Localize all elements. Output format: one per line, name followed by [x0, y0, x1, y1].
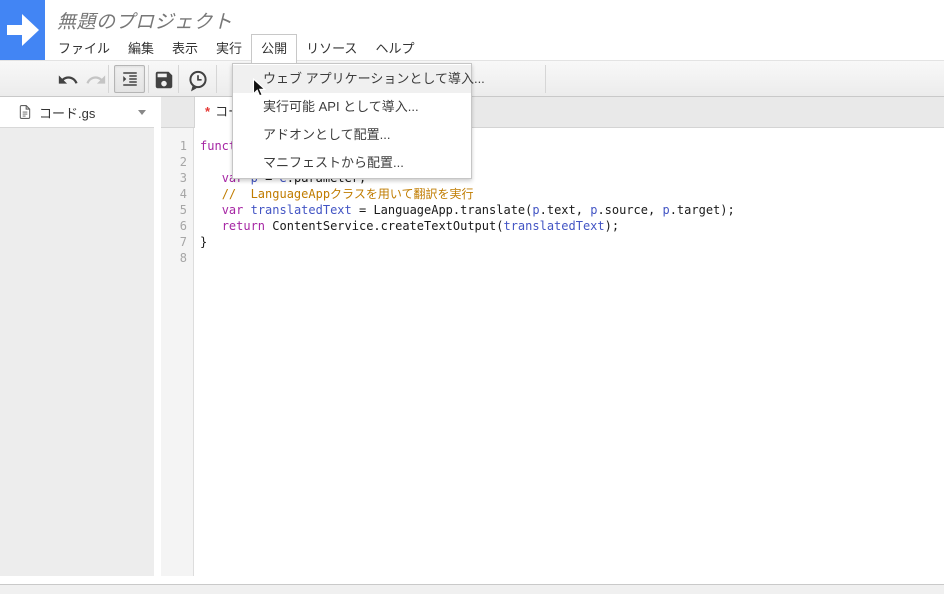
publish-menu-dropdown: ウェブ アプリケーションとして導入...実行可能 API として導入...アドオ…	[232, 63, 472, 179]
code-line-4[interactable]: // LanguageAppクラスを用いて翻訳を実行	[200, 186, 944, 202]
menubar-item-1[interactable]: 編集	[119, 34, 163, 63]
code-line-7[interactable]: }	[200, 234, 944, 250]
execution-transcript-icon[interactable]	[186, 69, 210, 94]
project-title[interactable]: 無題のプロジェクト	[57, 7, 233, 34]
line-number-gutter: 12345678	[161, 128, 194, 576]
line-number: 6	[161, 218, 187, 234]
menubar-item-5[interactable]: リソース	[297, 34, 366, 63]
apps-script-logo	[0, 0, 45, 60]
toolbar-divider	[108, 65, 109, 93]
apps-script-editor-window: 無題のプロジェクト ファイル編集表示実行公開リソースヘルプ	[0, 0, 944, 594]
sidebar-file-code-gs[interactable]: コード.gs	[0, 97, 154, 128]
files-sidebar: コード.gs	[0, 97, 154, 576]
publish-menu-item-3[interactable]: マニフェストから配置...	[233, 149, 471, 177]
menubar-item-3[interactable]: 実行	[207, 34, 251, 63]
toolbar-divider	[178, 65, 179, 93]
publish-menu-item-0[interactable]: ウェブ アプリケーションとして導入...	[233, 65, 471, 93]
indent-button[interactable]	[114, 65, 145, 93]
header: 無題のプロジェクト ファイル編集表示実行公開リソースヘルプ	[0, 0, 944, 60]
toolbar-divider	[545, 65, 546, 93]
indent-icon	[121, 70, 139, 88]
toolbar-divider	[216, 65, 217, 93]
line-number: 3	[161, 170, 187, 186]
file-name: コード.gs	[39, 103, 138, 122]
toolbar-divider	[148, 65, 149, 93]
line-number: 7	[161, 234, 187, 250]
undo-icon[interactable]	[57, 69, 79, 91]
save-icon[interactable]	[153, 69, 175, 91]
redo-icon	[85, 69, 107, 91]
menubar-item-0[interactable]: ファイル	[49, 34, 119, 63]
line-number: 5	[161, 202, 187, 218]
code-line-8[interactable]	[200, 250, 944, 266]
line-number: 1	[161, 138, 187, 154]
file-icon	[18, 104, 32, 120]
unsaved-changes-marker: *	[205, 104, 210, 119]
publish-menu-item-2[interactable]: アドオンとして配置...	[233, 121, 471, 149]
menubar-item-4[interactable]: 公開	[251, 34, 297, 63]
publish-menu-item-1[interactable]: 実行可能 API として導入...	[233, 93, 471, 121]
line-number: 2	[161, 154, 187, 170]
arrow-right-icon	[0, 0, 45, 60]
chevron-down-icon[interactable]	[138, 110, 146, 115]
code-line-6[interactable]: return ContentService.createTextOutput(t…	[200, 218, 944, 234]
code-line-5[interactable]: var translatedText = LanguageApp.transla…	[200, 202, 944, 218]
menubar: ファイル編集表示実行公開リソースヘルプ	[49, 34, 423, 63]
line-number: 8	[161, 250, 187, 266]
menubar-item-6[interactable]: ヘルプ	[366, 34, 423, 63]
line-number: 4	[161, 186, 187, 202]
status-bar	[0, 584, 944, 594]
code-area[interactable]: function doGet(e) { var p = e.parameter;…	[195, 128, 944, 576]
menubar-item-2[interactable]: 表示	[163, 34, 207, 63]
